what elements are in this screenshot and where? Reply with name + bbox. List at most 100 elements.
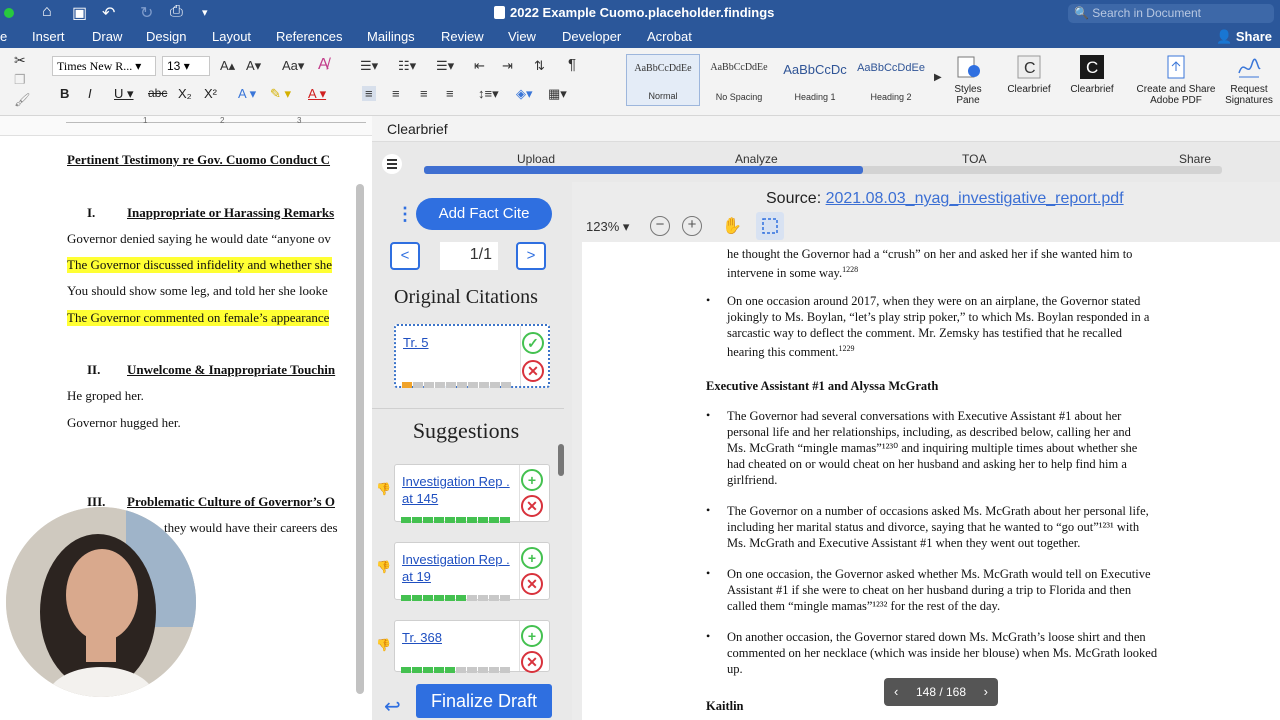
grow-font-icon[interactable]: A▴ xyxy=(220,58,235,74)
reject-suggestion-icon[interactable]: ✕ xyxy=(521,573,543,595)
strikethrough-icon[interactable]: abc xyxy=(148,86,167,100)
bullets-icon[interactable]: ☰▾ xyxy=(360,58,378,74)
tab-review[interactable]: Review xyxy=(441,29,484,44)
format-painter-icon[interactable]: 🖌 xyxy=(14,92,31,108)
footnote-marker[interactable]: 1228 xyxy=(842,265,858,274)
clear-formatting-icon[interactable]: A̸ xyxy=(318,56,329,74)
tab-design[interactable]: Design xyxy=(146,29,186,44)
tab-draw[interactable]: Draw xyxy=(92,29,122,44)
shading-icon[interactable]: ◈▾ xyxy=(516,86,533,102)
cut-icon[interactable]: ✂ xyxy=(14,52,26,69)
add-suggestion-icon[interactable]: + xyxy=(521,625,543,647)
add-suggestion-icon[interactable]: + xyxy=(521,547,543,569)
tab-layout[interactable]: Layout xyxy=(212,29,251,44)
style-heading-2[interactable]: AaBbCcDdEe Heading 2 xyxy=(854,54,928,106)
decrease-indent-icon[interactable]: ⇤ xyxy=(474,58,485,74)
accept-citation-icon[interactable]: ✓ xyxy=(522,332,544,354)
tab-acrobat[interactable]: Acrobat xyxy=(647,29,692,44)
clearbrief-button-1[interactable]: C Clearbrief xyxy=(1002,54,1056,95)
suggestion-card[interactable]: Tr. 368 + ✕ xyxy=(394,620,550,673)
font-size-select[interactable]: 13 ▾ xyxy=(162,56,210,76)
request-signatures-button[interactable]: Request Signatures xyxy=(1220,54,1278,106)
reject-citation-icon[interactable]: ✕ xyxy=(522,360,544,382)
align-left-icon[interactable]: ≡ xyxy=(362,86,376,101)
shrink-font-icon[interactable]: A▾ xyxy=(246,58,261,74)
add-suggestion-icon[interactable]: + xyxy=(521,469,543,491)
tab-mailings[interactable]: Mailings xyxy=(367,29,415,44)
footnote-marker[interactable]: 1229 xyxy=(838,344,854,353)
line-spacing-icon[interactable]: ↕≡▾ xyxy=(478,86,499,102)
back-arrow-icon[interactable]: ↩ xyxy=(384,694,401,719)
styles-gallery-next-icon[interactable]: ▶ xyxy=(934,72,942,83)
tab-view[interactable]: View xyxy=(508,29,536,44)
pdf-prev-page-icon[interactable]: ‹ xyxy=(894,678,898,706)
reject-suggestion-icon[interactable]: ✕ xyxy=(521,495,543,517)
citation-link[interactable]: Tr. 5 xyxy=(403,334,521,351)
finalize-draft-button[interactable]: Finalize Draft xyxy=(416,684,552,718)
menu-icon[interactable] xyxy=(382,154,402,174)
source-file-link[interactable]: 2021.08.03_nyag_investigative_report.pdf xyxy=(826,190,1124,207)
underline-icon[interactable]: U ▾ xyxy=(114,86,134,102)
thumbs-down-icon[interactable]: 👎 xyxy=(376,482,392,496)
thumbs-down-icon[interactable]: 👎 xyxy=(376,560,392,574)
suggestion-card[interactable]: Investigation Rep . at 145 + ✕ xyxy=(394,464,550,523)
text-effects-icon[interactable]: A ▾ xyxy=(238,86,256,102)
previous-citation-button[interactable]: < xyxy=(390,242,420,270)
thumbs-down-icon[interactable]: 👎 xyxy=(376,638,392,652)
redo-icon[interactable]: ↻ xyxy=(140,3,153,23)
more-options-icon[interactable]: ⋮ xyxy=(396,204,414,225)
search-input[interactable]: 🔍 Search in Document xyxy=(1068,4,1274,23)
style-heading-1[interactable]: AaBbCcDc Heading 1 xyxy=(778,54,852,106)
create-share-pdf-button[interactable]: Create and Share Adobe PDF xyxy=(1130,54,1222,106)
step-share[interactable]: Share xyxy=(1179,152,1211,166)
italic-icon[interactable]: I xyxy=(88,86,92,101)
original-citation-card[interactable]: Tr. 5 ✓ ✕ xyxy=(394,324,550,388)
style-no-spacing[interactable]: AaBbCcDdEe No Spacing xyxy=(702,54,776,106)
align-center-icon[interactable]: ≡ xyxy=(392,86,400,101)
justify-icon[interactable]: ≡ xyxy=(446,86,454,101)
increase-indent-icon[interactable]: ⇥ xyxy=(502,58,513,74)
share-button[interactable]: 👤 Share xyxy=(1216,29,1272,45)
window-zoom-button[interactable] xyxy=(4,8,14,18)
pdf-next-page-icon[interactable]: › xyxy=(984,678,988,706)
step-toa[interactable]: TOA xyxy=(962,152,986,166)
font-name-select[interactable]: Times New R... ▾ xyxy=(52,56,156,76)
save-icon[interactable]: ▣ xyxy=(72,3,87,23)
suggestions-scrollbar[interactable] xyxy=(558,444,564,476)
customize-toolbar-icon[interactable]: ▾ xyxy=(202,6,208,19)
step-analyze[interactable]: Analyze xyxy=(735,152,778,166)
tab-insert[interactable]: Insert xyxy=(32,29,65,44)
numbering-icon[interactable]: ☷▾ xyxy=(398,58,416,74)
step-upload[interactable]: Upload xyxy=(517,152,555,166)
suggestion-link[interactable]: Investigation Rep . at 19 xyxy=(402,551,520,585)
tab-references[interactable]: References xyxy=(276,29,342,44)
home-icon[interactable]: ⌂ xyxy=(42,3,52,21)
clearbrief-button-2[interactable]: C Clearbrief xyxy=(1064,54,1120,95)
document-scrollbar[interactable] xyxy=(356,184,364,694)
subscript-icon[interactable]: X₂ xyxy=(178,86,192,101)
selection-tool-button[interactable] xyxy=(756,212,784,240)
add-fact-cite-button[interactable]: Add Fact Cite xyxy=(416,198,552,230)
multilevel-list-icon[interactable]: ☰▾ xyxy=(436,58,454,74)
pdf-viewer-page[interactable]: he thought the Governor had a “crush” on… xyxy=(582,242,1280,720)
undo-icon[interactable]: ↶ xyxy=(102,3,115,23)
tab-home-partial[interactable]: e xyxy=(0,29,7,44)
zoom-select[interactable]: 123% ▾ xyxy=(586,219,629,235)
hand-tool-icon[interactable]: ✋ xyxy=(722,216,742,236)
suggestion-link[interactable]: Tr. 368 xyxy=(402,629,520,646)
reject-suggestion-icon[interactable]: ✕ xyxy=(521,651,543,673)
change-case-icon[interactable]: Aa▾ xyxy=(282,58,304,74)
style-normal[interactable]: AaBbCcDdEe Normal xyxy=(626,54,700,106)
suggestion-card[interactable]: Investigation Rep . at 19 + ✕ xyxy=(394,542,550,601)
show-formatting-icon[interactable]: ¶ xyxy=(568,56,576,73)
next-citation-button[interactable]: > xyxy=(516,242,546,270)
styles-pane-button[interactable]: Styles Pane xyxy=(946,54,990,106)
superscript-icon[interactable]: X² xyxy=(204,86,217,101)
bold-icon[interactable]: B xyxy=(60,86,69,101)
font-color-icon[interactable]: A ▾ xyxy=(308,86,326,102)
align-right-icon[interactable]: ≡ xyxy=(420,86,428,101)
print-icon[interactable]: ⎙ xyxy=(170,3,183,21)
borders-icon[interactable]: ▦▾ xyxy=(548,86,567,102)
sort-icon[interactable]: ⇅ xyxy=(534,58,545,74)
tab-developer[interactable]: Developer xyxy=(562,29,621,44)
